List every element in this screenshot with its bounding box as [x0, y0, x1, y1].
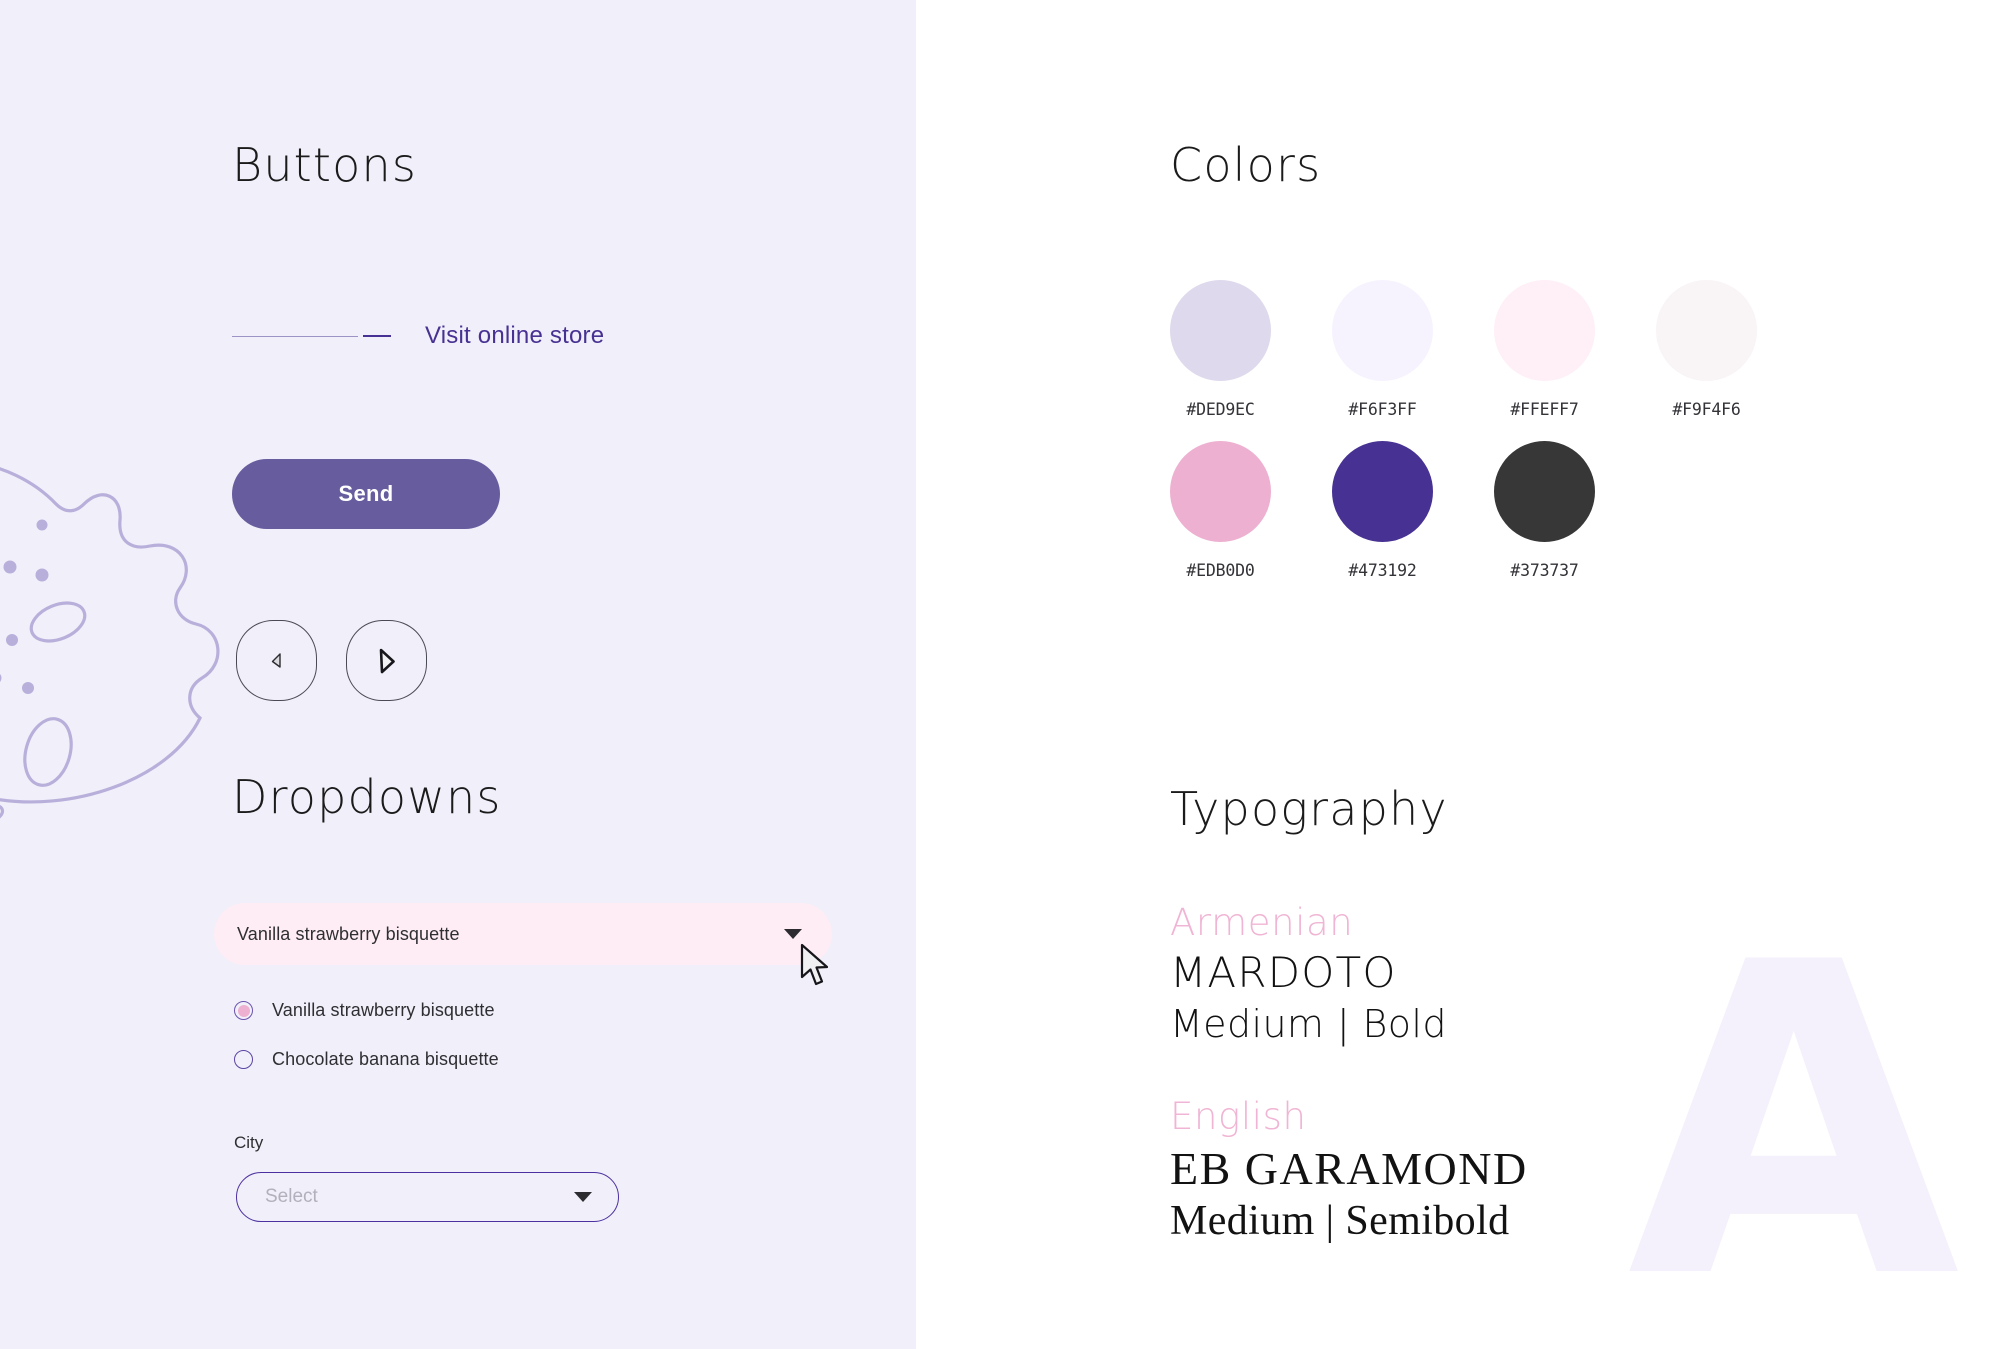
cookie-illustration-icon	[0, 467, 220, 820]
color-swatch-cell[interactable]: #EDB0D0	[1170, 441, 1271, 580]
color-swatch	[1494, 441, 1595, 542]
color-row: #EDB0D0 #473192 #373737	[1170, 441, 1757, 580]
buttons-section-title: Buttons	[232, 138, 418, 192]
chevron-right-icon	[379, 648, 395, 673]
link-rule	[232, 335, 391, 337]
color-swatch-grid: #DED9EC #F6F3FF #FFEFF7 #F9F4F6 #EDB0D0 …	[1170, 280, 1757, 602]
specimen-family-name: MARDOTO	[1170, 948, 1397, 998]
color-hex-label: #F6F3FF	[1348, 400, 1417, 419]
color-swatch-cell[interactable]: #473192	[1332, 441, 1433, 580]
radio-option-chocolate[interactable]: Chocolate banana bisquette	[234, 1049, 499, 1070]
color-swatch	[1170, 280, 1271, 381]
flavour-radio-group: Vanilla strawberry bisquette Chocolate b…	[234, 1000, 499, 1098]
color-hex-label: #DED9EC	[1186, 400, 1255, 419]
color-swatch	[1656, 280, 1757, 381]
previous-button[interactable]	[236, 620, 317, 701]
specimen-language-label: English	[1170, 1095, 1307, 1139]
color-swatch	[1332, 280, 1433, 381]
radio-option-label: Vanilla strawberry bisquette	[272, 1000, 495, 1020]
color-swatch-cell[interactable]: #F6F3FF	[1332, 280, 1433, 419]
color-hex-label: #373737	[1510, 561, 1579, 580]
radio-dot	[237, 1004, 250, 1017]
typography-watermark-letter: A	[1627, 872, 1960, 1349]
pager-buttons	[236, 620, 427, 701]
color-hex-label: #EDB0D0	[1186, 561, 1255, 580]
color-swatch-cell[interactable]: #F9F4F6	[1656, 280, 1757, 419]
specimen-family-name: EB GARAMOND	[1170, 1142, 1528, 1194]
specimen-english: English EB GARAMOND Medium | Semibold	[1170, 1094, 1528, 1247]
typography-specimens: Armenian MARDOTO Medium | Bold English E…	[1170, 900, 1528, 1292]
next-button[interactable]	[346, 620, 427, 701]
color-swatch-cell[interactable]: #DED9EC	[1170, 280, 1271, 419]
color-hex-label: #F9F4F6	[1672, 400, 1741, 419]
color-swatch	[1170, 441, 1271, 542]
specimen-weights: Medium | Semibold	[1170, 1197, 1510, 1244]
color-swatch	[1332, 441, 1433, 542]
specimen-weights: Medium | Bold	[1170, 1002, 1447, 1046]
color-swatch-cell[interactable]: #FFEFF7	[1494, 280, 1595, 419]
color-hex-label: #FFEFF7	[1510, 400, 1579, 419]
flavour-dropdown-value: Vanilla strawberry bisquette	[237, 923, 460, 944]
caret-down-icon	[784, 929, 802, 939]
link-rule-short	[363, 335, 391, 337]
radio-option-label: Chocolate banana bisquette	[272, 1049, 499, 1069]
radio-option-vanilla[interactable]: Vanilla strawberry bisquette	[234, 1000, 499, 1021]
color-row: #DED9EC #F6F3FF #FFEFF7 #F9F4F6	[1170, 280, 1757, 419]
flavour-dropdown[interactable]: Vanilla strawberry bisquette	[214, 903, 832, 965]
color-swatch-cell[interactable]: #373737	[1494, 441, 1595, 580]
specimen-armenian: Armenian MARDOTO Medium | Bold	[1170, 900, 1528, 1049]
style-guide-page: Buttons Visit online store Send Dropdown…	[0, 0, 2000, 1349]
caret-down-icon	[574, 1192, 592, 1202]
radio-indicator-empty	[234, 1050, 253, 1069]
link-rule-long	[232, 335, 358, 337]
specimen-language-label: Armenian	[1170, 901, 1354, 944]
visit-online-store-link[interactable]: Visit online store	[425, 322, 604, 350]
colors-section-title: Colors	[1170, 138, 1322, 192]
visit-store-link-row: Visit online store	[232, 322, 604, 350]
typography-section-title: Typography	[1170, 782, 1448, 836]
color-swatch	[1494, 280, 1595, 381]
send-button[interactable]: Send	[232, 459, 500, 529]
city-dropdown-placeholder: Select	[265, 1186, 318, 1207]
city-dropdown[interactable]: Select	[236, 1172, 619, 1222]
city-field-label: City	[234, 1133, 264, 1152]
color-hex-label: #473192	[1348, 561, 1417, 580]
right-panel: A Colors #DED9EC #F6F3FF #FFEFF7 #F9F4F6…	[916, 0, 2000, 1349]
radio-indicator-selected	[234, 1001, 253, 1020]
dropdowns-section-title: Dropdowns	[232, 770, 502, 824]
left-panel: Buttons Visit online store Send Dropdown…	[0, 0, 916, 1349]
chevron-left-icon	[271, 652, 281, 668]
